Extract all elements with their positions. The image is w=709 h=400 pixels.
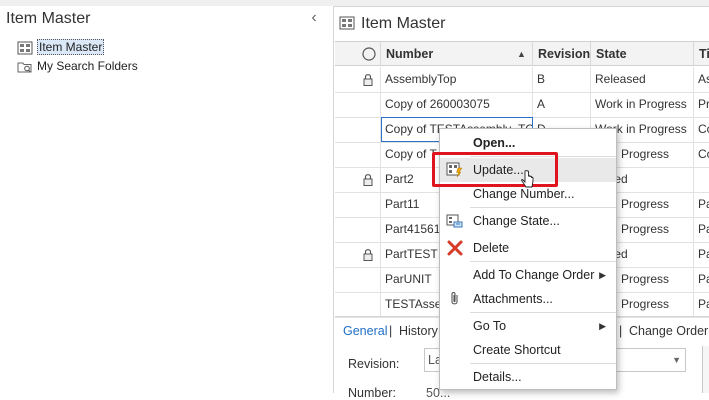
status-circle-icon — [362, 47, 376, 61]
item-master-icon — [339, 16, 355, 33]
menu-item-add-to-change-order[interactable]: Add To Change Order ▶ — [440, 263, 616, 287]
tree-item-label: My Search Folders — [37, 59, 138, 73]
cell-status — [335, 192, 381, 217]
sort-ascending-icon: ▲ — [517, 49, 526, 59]
item-master-icon — [17, 41, 33, 55]
tab-separator: | — [389, 324, 393, 338]
table-row[interactable]: AssemblyTopBReleased As — [335, 67, 709, 93]
revision-label: Revision: — [348, 357, 400, 371]
tree-item-label: Item Master — [37, 39, 105, 55]
cell-status — [335, 242, 381, 267]
cell-state: Released — [591, 67, 694, 92]
change-state-icon — [446, 213, 464, 229]
menu-item-change-state[interactable]: Change State... — [440, 209, 616, 233]
lock-icon — [363, 174, 373, 186]
paperclip-icon — [446, 291, 464, 307]
chevron-down-icon: ▼ — [672, 355, 681, 365]
lock-icon — [363, 249, 373, 261]
left-panel-title: Item Master — [6, 10, 91, 27]
search-folder-icon — [17, 60, 33, 74]
column-header-status[interactable] — [335, 42, 381, 66]
cell-revision: B — [533, 67, 591, 92]
cell-status — [335, 117, 381, 142]
menu-item-attachments[interactable]: Attachments... — [440, 287, 616, 311]
cell-title: As — [698, 72, 709, 86]
update-highlight-box — [432, 152, 558, 187]
lock-icon — [363, 74, 373, 86]
menu-item-create-shortcut[interactable]: Create Shortcut — [440, 338, 616, 362]
column-header-number[interactable]: Number ▲ — [381, 42, 533, 66]
menu-item-details[interactable]: Details... — [440, 365, 616, 389]
cell-title: Pa — [698, 197, 709, 211]
side-panel-edge — [702, 346, 709, 393]
panel-divider[interactable] — [333, 6, 334, 393]
menu-item-label: Create Shortcut — [473, 343, 561, 357]
cell-status — [335, 142, 381, 167]
menu-separator — [470, 312, 616, 313]
column-header-revision[interactable]: Revision — [533, 42, 591, 66]
submenu-arrow-icon: ▶ — [599, 321, 606, 331]
cell-status — [335, 292, 381, 317]
menu-item-label: Delete — [473, 241, 510, 255]
cell-status — [335, 92, 381, 117]
mouse-pointer-icon — [521, 170, 535, 190]
menu-separator — [470, 363, 616, 364]
cell-status — [335, 167, 381, 192]
column-header-state[interactable]: State — [591, 42, 694, 66]
column-header-label: State — [596, 47, 627, 61]
cell-title — [694, 167, 709, 192]
cell-number: Copy of 260003075 — [381, 92, 533, 117]
tab-change-order[interactable]: Change Order — [629, 324, 708, 338]
menu-item-go-to[interactable]: Go To ▶ — [440, 314, 616, 338]
menu-item-label: Change State... — [473, 214, 560, 228]
column-header-label: Ti — [699, 47, 709, 61]
tab-history[interactable]: History — [399, 324, 438, 338]
menu-item-label: Attachments... — [473, 292, 553, 306]
cell-title: Pa — [698, 222, 709, 236]
tab-general[interactable]: General — [343, 324, 387, 338]
cell-number: AssemblyTop — [381, 67, 533, 92]
tree-item-my-search-folders[interactable]: My Search Folders — [17, 58, 138, 74]
tab-separator: | — [619, 324, 623, 338]
menu-separator — [470, 207, 616, 208]
menu-item-label: Go To — [473, 319, 507, 333]
cell-status — [335, 217, 381, 242]
number-label: Number: — [348, 386, 396, 400]
cell-state: Work in Progress — [591, 92, 694, 117]
cell-title: Pr — [698, 97, 709, 111]
cell-status — [335, 267, 381, 292]
table-row[interactable]: Copy of 260003075 A Work in Progress Pr — [335, 92, 709, 118]
cell-title: Pa — [698, 247, 709, 261]
cell-title: Co — [698, 122, 709, 136]
cell-revision: A — [533, 92, 591, 117]
menu-item-delete[interactable]: Delete — [440, 236, 616, 260]
menu-separator — [470, 261, 616, 262]
tree-item-item-master[interactable]: Item Master — [17, 39, 105, 55]
cell-status — [335, 67, 381, 92]
collapse-panel-button[interactable]: ‹ — [306, 9, 322, 27]
column-header-label: Revision — [538, 47, 591, 61]
submenu-arrow-icon: ▶ — [599, 270, 606, 280]
cell-title: Pa — [698, 297, 709, 311]
page-title: Item Master — [361, 15, 446, 32]
column-header-label: Number — [386, 47, 434, 61]
column-header-title[interactable]: Ti — [694, 42, 709, 66]
delete-icon — [446, 240, 464, 256]
cell-title: Co — [698, 147, 709, 161]
cell-title: Pa — [698, 272, 709, 286]
menu-item-label: Details... — [473, 370, 522, 384]
menu-item-label: Add To Change Order — [473, 268, 595, 282]
